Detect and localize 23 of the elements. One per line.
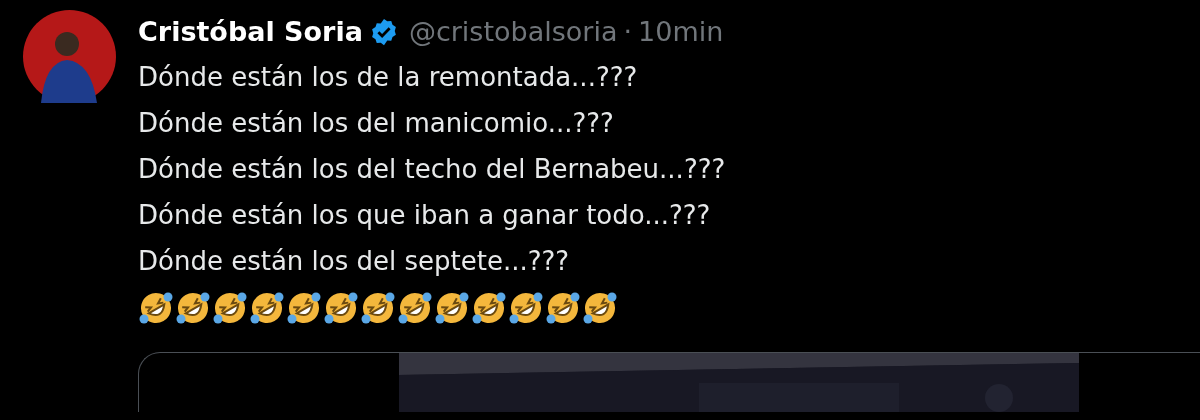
laughing-face-icon (175, 290, 211, 326)
laughing-face-icon (138, 290, 174, 326)
laughing-face-icon (508, 290, 544, 326)
timestamp[interactable]: 10min (638, 11, 724, 53)
tweet-text-line: Dónde están los del manicomio...??? (138, 107, 615, 140)
laughing-face-icon (249, 290, 285, 326)
tweet-text-line: Dónde están los que iban a ganar todo...??? (138, 199, 712, 232)
tweet-text-line: Dónde están los de la remontada...??? (138, 61, 639, 94)
laughing-face-icon (471, 290, 507, 326)
laughing-face-icon (212, 290, 248, 326)
laughing-face-icon (397, 290, 433, 326)
laughing-face-icon (434, 290, 470, 326)
laughing-face-icon (545, 290, 581, 326)
author-name[interactable]: Cristóbal Soria (138, 11, 363, 53)
laughing-face-icon (360, 290, 396, 326)
laughing-face-icon (582, 290, 618, 326)
tweet-text-line: Dónde están los del techo del Bernabeu...??? (138, 153, 727, 186)
avatar[interactable] (23, 10, 116, 103)
handle[interactable]: @cristobalsoria (408, 11, 618, 53)
separator: · (623, 14, 633, 49)
laughing-face-icon (323, 290, 359, 326)
laughing-face-icon (286, 290, 322, 326)
tweet-text-line: Dónde están los del septete...??? (138, 245, 571, 278)
